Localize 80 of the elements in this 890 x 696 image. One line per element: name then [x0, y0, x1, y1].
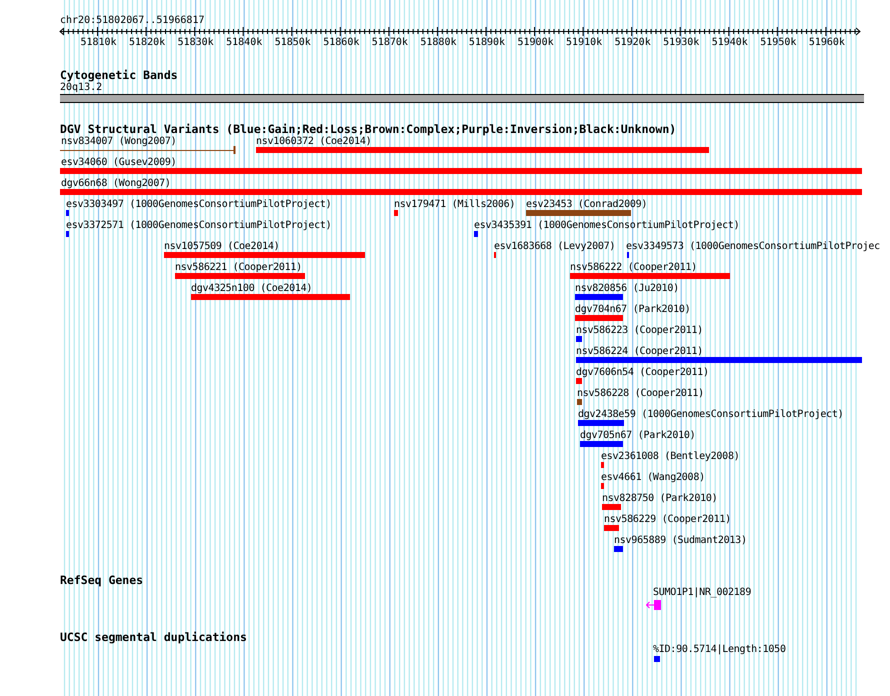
variant-label: esv2361008 (Bentley2008) — [601, 451, 740, 462]
variant-bar[interactable] — [575, 294, 623, 300]
variant-label: nsv820856 (Ju2010) — [575, 283, 679, 294]
ruler-tick-label: 51830k — [178, 37, 214, 49]
gene-glyph[interactable] — [646, 600, 662, 610]
variant-bar[interactable] — [614, 546, 623, 552]
variant-label: dgv705n67 (Park2010) — [580, 430, 696, 441]
duplication-label: %ID:90.5714|Length:1050 — [653, 644, 786, 655]
variant-label: nsv828750 (Park2010) — [602, 493, 718, 504]
variant-bar[interactable] — [66, 210, 69, 216]
variant-label: nsv586228 (Cooper2011) — [577, 388, 704, 399]
ruler-tick-label: 51950k — [760, 37, 796, 49]
variant-label: nsv1057509 (Coe2014) — [164, 241, 280, 252]
variant-bar[interactable] — [60, 168, 862, 174]
variant-label: esv3372571 (1000GenomesConsortiumPilotProject) — [66, 220, 332, 231]
variant-bar[interactable] — [66, 231, 69, 237]
variant-label: nsv834007 (Wong2007) — [61, 136, 176, 147]
ruler-tick-label: 51880k — [420, 37, 456, 49]
variant-label: esv23453 (Conrad2009) — [526, 199, 648, 210]
duplication-bar[interactable] — [654, 656, 660, 662]
ruler-tick-label: 51860k — [323, 37, 360, 49]
variant-bar[interactable] — [394, 210, 398, 216]
variant-bar[interactable] — [577, 399, 582, 405]
variant-label: nsv179471 (Mills2006) — [394, 199, 516, 210]
track-title: DGV Structural Variants (Blue:Gain;Red:Loss;Brown:Complex;Purple:Inversion;Black:Unknown) — [60, 123, 678, 136]
variant-bar[interactable] — [474, 231, 478, 237]
variant-bar[interactable] — [576, 336, 582, 342]
variant-label: dgv4325n100 (Coe2014) — [191, 283, 312, 294]
region-range: chr20:51802067..51966817 — [60, 15, 206, 27]
variant-bar[interactable] — [575, 315, 623, 321]
variant-bar[interactable] — [256, 147, 709, 153]
variant-bar[interactable] — [60, 189, 862, 195]
variant-label: nsv586222 (Cooper2011) — [570, 262, 697, 273]
variant-bar[interactable] — [526, 210, 631, 216]
ruler-tick-label: 51890k — [468, 37, 506, 49]
variant-bar[interactable] — [580, 441, 623, 447]
variant-label: nsv586223 (Cooper2011) — [576, 325, 703, 336]
variant-label: esv3435391 (1000GenomesConsortiumPilotProject) — [474, 220, 740, 231]
variant-bar[interactable] — [164, 252, 365, 258]
gene-label: SUMO1P1|NR_002189 — [653, 587, 752, 598]
variant-bar[interactable] — [604, 525, 619, 531]
ruler-tick-label: 51940k — [712, 37, 748, 49]
track-title: RefSeq Genes — [60, 574, 144, 587]
variant-bar[interactable] — [601, 483, 604, 489]
variant-label: nsv586229 (Cooper2011) — [604, 514, 731, 525]
variant-label: esv34060 (Gusev2009) — [61, 157, 176, 168]
variant-label: nsv586224 (Cooper2011) — [576, 346, 703, 357]
variant-bar[interactable] — [175, 273, 305, 279]
variant-label: esv1683668 (Levy2007) — [494, 241, 616, 252]
variant-bar[interactable] — [601, 462, 604, 468]
ruler-tick-label: 51900k — [517, 37, 554, 49]
ruler-tick-label: 51870k — [372, 37, 408, 49]
variant-bar[interactable] — [602, 504, 621, 510]
variant-label: dgv704n67 (Park2010) — [575, 304, 690, 315]
ruler-tick-label: 51930k — [663, 37, 700, 49]
ruler-tick-label: 51920k — [614, 37, 651, 49]
ruler-tick-label: 51820k — [129, 37, 166, 49]
variant-label: esv4661 (Wang2008) — [601, 472, 705, 483]
ruler-tick-label: 51850k — [274, 37, 311, 49]
variant-label: esv3303497 (1000GenomesConsortiumPilotProject) — [66, 199, 332, 210]
ruler-tick-label: 51840k — [226, 37, 262, 49]
ruler-tick-label: 51910k — [566, 37, 602, 49]
variant-label: nsv1060372 (Coe2014) — [256, 136, 372, 147]
variant-bar[interactable] — [570, 273, 730, 279]
variant-label: nsv586221 (Cooper2011) — [175, 262, 302, 273]
variant-label: nsv965889 (Sudmant2013) — [614, 535, 747, 546]
variant-bar[interactable] — [576, 378, 582, 384]
ruler-tick-label: 51810k — [80, 37, 117, 49]
variant-bar[interactable] — [578, 420, 624, 426]
variant-label: dgv2438e59 (1000GenomesConsortiumPilotProject) — [578, 409, 844, 420]
variant-bar[interactable] — [191, 294, 350, 300]
variant-line[interactable] — [60, 146, 236, 154]
track-title: Cytogenetic Bands — [60, 69, 179, 82]
variant-bar[interactable] — [576, 357, 862, 363]
variant-label: esv3349573 (1000GenomesConsortiumPilotProjec — [626, 241, 880, 252]
ruler-tick-label: 51960k — [808, 37, 845, 49]
track-title: UCSC segmental duplications — [60, 631, 248, 644]
variant-label: dgv66n68 (Wong2007) — [61, 178, 171, 189]
variant-label: dgv7606n54 (Cooper2011) — [576, 367, 709, 378]
band-label: 20q13.2 — [60, 82, 104, 94]
